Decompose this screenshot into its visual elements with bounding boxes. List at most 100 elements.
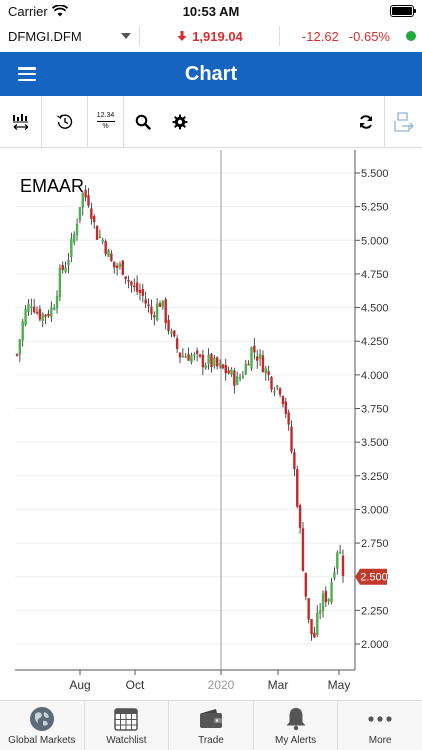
scale-button[interactable]: 12.34 % [88, 95, 124, 148]
candle-body [47, 313, 50, 317]
candle-body [184, 356, 187, 358]
symbol-selector[interactable]: DFMGI.DFM [0, 26, 140, 46]
candle-body [58, 267, 62, 298]
candle-body [210, 353, 213, 367]
candle-body [135, 282, 139, 292]
tab-label: Trade [198, 735, 224, 746]
candle-body [221, 364, 225, 369]
tab-label: Global Markets [8, 735, 76, 746]
candle-body [44, 314, 47, 317]
candle-body [276, 385, 279, 388]
candle-body [24, 309, 27, 325]
y-tick-label: 3.000 [361, 504, 389, 516]
candle-body [338, 551, 342, 554]
candle-body [233, 370, 236, 386]
candle-body [298, 505, 302, 528]
candle-body [278, 388, 282, 395]
candle-body [204, 365, 207, 369]
candle-body [341, 555, 345, 576]
wifi-icon [51, 5, 68, 17]
candle-body [224, 364, 227, 374]
candle-body [155, 303, 159, 321]
candle-body [336, 552, 339, 569]
candle-body [235, 376, 239, 385]
candle-body [198, 354, 202, 357]
y-tick-label: 5.500 [361, 168, 389, 180]
candle-body [67, 259, 70, 266]
candle-body [270, 376, 273, 390]
history-button[interactable] [42, 95, 88, 148]
settings-button[interactable] [161, 96, 198, 148]
candle-body [144, 299, 147, 304]
candle-body [258, 353, 262, 359]
ticker-bar: DFMGI.DFM 1,919.04 -12.62 -0.65% [0, 22, 422, 50]
ticker-change: -12.62 -0.65% [280, 29, 422, 44]
y-tick-label: 3.750 [361, 404, 389, 416]
candle-body [87, 195, 90, 206]
candle-body [170, 331, 173, 334]
candle-body [238, 377, 242, 379]
candle-body [133, 285, 136, 288]
candle-body [178, 352, 182, 358]
candle-body [141, 289, 145, 296]
candle-body [321, 593, 325, 612]
chart-area[interactable]: 5.500 5.250 5.000 4.750 4.500 4.250 4.000 3.750… [0, 150, 422, 700]
page-title: Chart [184, 62, 238, 85]
market-status-dot [406, 31, 416, 41]
candle-body [93, 216, 96, 223]
candle-body [38, 308, 42, 320]
candle-body [75, 223, 79, 235]
candle-body [213, 357, 216, 367]
y-tick-label: 4.500 [361, 303, 389, 315]
candle-body [84, 189, 87, 198]
candle-body [147, 304, 150, 307]
y-tick-label: 4.250 [361, 336, 389, 348]
candle-body [261, 355, 265, 373]
candle-body [50, 307, 53, 317]
candle-body [333, 572, 336, 579]
search-button[interactable] [124, 96, 161, 148]
candle-body [121, 260, 125, 275]
chart-toolbar: 12.34 % [0, 95, 422, 148]
interval-button[interactable] [0, 95, 42, 148]
tab-global-markets[interactable]: Global Markets [0, 701, 85, 750]
tab-my-alerts[interactable]: My Alerts [254, 701, 339, 750]
tab-bar: Global Markets Watchlist Trade My Alerts… [0, 700, 422, 750]
candle-body [158, 303, 162, 307]
candle-body [296, 469, 299, 507]
candle-body [256, 356, 259, 361]
candle-body [175, 338, 179, 349]
candle-body [52, 307, 56, 310]
tab-trade[interactable]: Trade [169, 701, 254, 750]
menu-icon[interactable] [18, 67, 36, 81]
y-tick-label: 2.750 [361, 538, 389, 550]
tab-more[interactable]: More [338, 701, 422, 750]
candle-body [195, 350, 199, 354]
candle-body [90, 208, 93, 220]
candle-body [104, 241, 107, 254]
candle-body [230, 369, 233, 375]
candle-body [253, 345, 256, 353]
gear-icon [172, 114, 187, 129]
x-tick-label: Oct [126, 678, 145, 692]
battery-icon [390, 5, 416, 17]
tab-watchlist[interactable]: Watchlist [85, 701, 170, 750]
refresh-button[interactable] [348, 95, 385, 148]
interval-icon [12, 113, 28, 130]
share-button[interactable] [385, 96, 422, 148]
bell-icon [286, 708, 306, 731]
candle-body [290, 426, 293, 452]
candle-body [281, 396, 285, 405]
candle-body [190, 355, 193, 363]
tab-label: Watchlist [106, 735, 147, 746]
globe-icon [29, 707, 54, 731]
candle-body [227, 370, 230, 374]
candle-body [78, 207, 82, 221]
candle-body [98, 236, 102, 239]
candle-body [304, 572, 308, 597]
price-chart[interactable]: 5.500 5.250 5.000 4.750 4.500 4.250 4.000 3.750… [0, 150, 422, 700]
candle-body [301, 528, 305, 571]
candle-body [72, 233, 76, 243]
arrow-down-icon [177, 31, 187, 41]
y-tick-label: 3.500 [361, 437, 389, 449]
